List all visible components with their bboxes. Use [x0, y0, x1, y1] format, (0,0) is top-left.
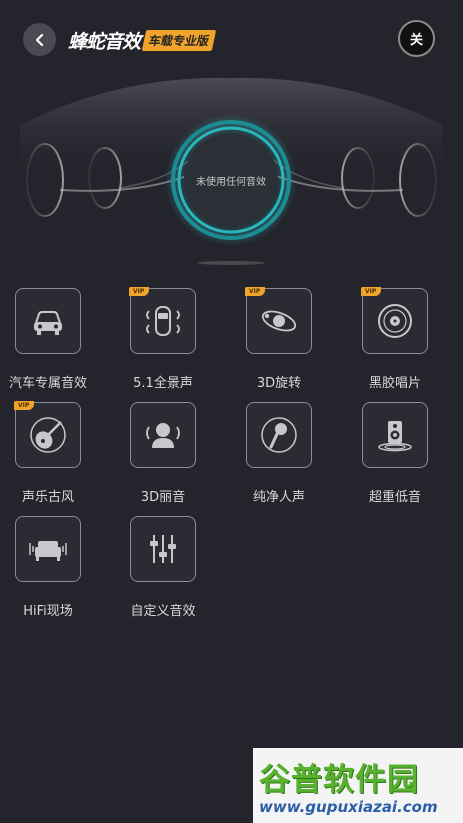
- effect-item-bass[interactable]: 超重低音: [347, 402, 463, 506]
- effect-tile[interactable]: [246, 402, 312, 468]
- effect-tile[interactable]: [15, 516, 81, 582]
- power-off-button[interactable]: 关: [398, 20, 435, 57]
- effect-status-text: 未使用任何音效: [196, 177, 266, 188]
- effect-tile[interactable]: VIP: [14, 401, 81, 468]
- effect-label: 自定义音效: [130, 604, 196, 619]
- hero-graphic: [20, 77, 443, 265]
- effect-label: 纯净人声: [252, 490, 305, 505]
- vip-badge: VIP: [129, 287, 150, 296]
- watermark-url: www.gupuxiazai.com: [259, 798, 438, 816]
- app-logo: 蜂蛇音效 车载专业版: [68, 27, 217, 53]
- effect-item-3d-clear[interactable]: 3D丽音: [115, 402, 231, 506]
- effect-tile[interactable]: VIP: [245, 287, 312, 354]
- pipa-icon: [30, 417, 66, 453]
- effect-item-hifi-live[interactable]: HiFi现场: [0, 516, 116, 620]
- vip-badge: VIP: [245, 287, 266, 296]
- orbit-icon: [261, 310, 297, 332]
- sofa-icon: [29, 541, 67, 561]
- effect-item-3d-rotate[interactable]: VIP 3D旋转: [231, 287, 347, 392]
- user-sound-icon: [146, 423, 180, 448]
- effect-label: 3D旋转: [256, 376, 302, 391]
- microphone-icon: [261, 417, 297, 453]
- effect-label: 汽车专属音效: [8, 376, 87, 391]
- equalizer-icon: [150, 535, 176, 563]
- effect-item-51-surround[interactable]: VIP 5.1全景声: [115, 287, 231, 392]
- header: 蜂蛇音效 车载专业版 关: [0, 0, 463, 78]
- effect-label: HiFi现场: [23, 604, 73, 619]
- effect-item-car[interactable]: 汽车专属音效: [0, 288, 116, 392]
- chevron-left-icon: [35, 33, 43, 46]
- effect-item-pure-vocal[interactable]: 纯净人声: [231, 402, 347, 506]
- effect-tile[interactable]: VIP: [129, 287, 196, 354]
- effect-tile[interactable]: [130, 402, 196, 468]
- speaker-icon: [378, 421, 412, 452]
- vip-badge: VIP: [14, 401, 35, 410]
- effect-label: 声乐古风: [21, 490, 74, 505]
- car-icon: [34, 311, 62, 335]
- vip-badge: VIP: [361, 287, 382, 296]
- effect-label: 3D丽音: [140, 490, 186, 505]
- effect-label: 5.1全景声: [133, 376, 193, 391]
- watermark: 谷普软件园 www.gupuxiazai.com: [253, 748, 463, 823]
- car-surround-icon: [146, 306, 180, 336]
- hero-visual: 未使用任何音效: [0, 70, 463, 270]
- watermark-title: 谷普软件园: [259, 762, 419, 798]
- effect-item-vinyl[interactable]: VIP 黑胶唱片: [347, 287, 463, 392]
- logo-text: 蜂蛇音效: [68, 30, 141, 53]
- vinyl-record-icon: [378, 304, 412, 338]
- effect-tile[interactable]: [15, 288, 81, 354]
- effect-label: 黑胶唱片: [368, 376, 421, 391]
- back-button[interactable]: [23, 23, 56, 56]
- effect-item-custom[interactable]: 自定义音效: [115, 516, 231, 620]
- effect-item-ancient[interactable]: VIP 声乐古风: [0, 401, 116, 506]
- effect-tile[interactable]: [130, 516, 196, 582]
- effect-tile[interactable]: [362, 402, 428, 468]
- logo-badge: 车载专业版: [141, 29, 217, 51]
- effect-label: 超重低音: [368, 490, 421, 505]
- effect-tile[interactable]: VIP: [361, 287, 428, 354]
